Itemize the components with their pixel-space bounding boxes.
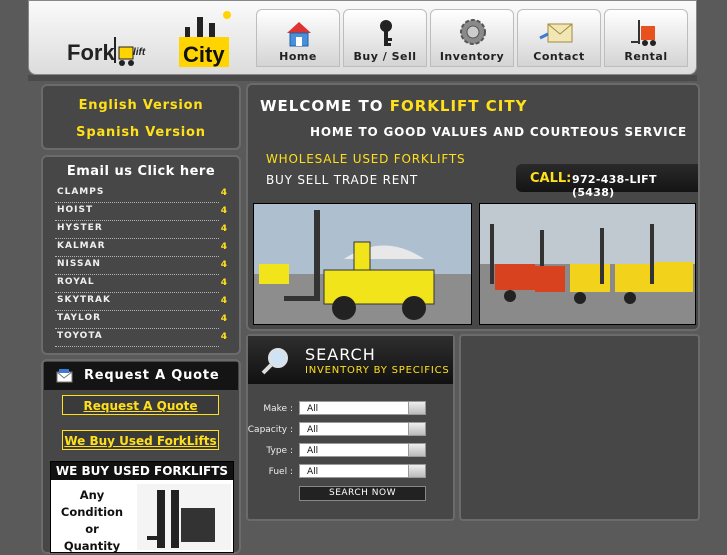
brands-panel: Email us Click here CLAMPS 4 HOIST 4 HYSTE… xyxy=(41,155,241,355)
brand-label: NISSAN xyxy=(57,259,101,269)
brand-link-hoist[interactable]: HOIST 4 xyxy=(55,202,227,221)
svg-text:Fork: Fork xyxy=(67,40,115,65)
brand-link-toyota[interactable]: TOYOTA 4 xyxy=(55,328,227,347)
search-now-button[interactable]: SEARCH NOW xyxy=(299,486,426,501)
nav-label: Inventory xyxy=(439,50,505,63)
brand-link-royal[interactable]: ROYAL 4 xyxy=(55,274,227,293)
dropdown-arrow-icon xyxy=(408,444,425,456)
brand-label: CLAMPS xyxy=(57,187,105,197)
fuel-select[interactable]: All xyxy=(299,464,426,478)
welcome-heading: WELCOME TO FORKLIFT CITY xyxy=(260,97,527,115)
arrow-icon: 4 xyxy=(220,188,227,198)
brand-label: KALMAR xyxy=(57,241,106,251)
envelope-icon xyxy=(56,369,73,383)
make-select[interactable]: All xyxy=(299,401,426,415)
brand-link-kalmar[interactable]: KALMAR 4 xyxy=(55,238,227,257)
nav-label: Contact xyxy=(533,50,585,63)
arrow-icon: 4 xyxy=(220,296,227,306)
brand-label: ROYAL xyxy=(57,277,95,287)
type-label: Type : xyxy=(266,446,293,456)
phone-number[interactable]: 972-438-LIFT (5438) xyxy=(572,173,698,199)
we-buy-forklifts-ad[interactable]: WE BUY USED FORKLIFTS Any Condition or Q… xyxy=(50,461,234,553)
forklift-city-logo[interactable]: Fork lift City xyxy=(67,7,237,69)
brand-link-hyster[interactable]: HYSTER 4 xyxy=(55,220,227,239)
welcome-brand: FORKLIFT CITY xyxy=(389,97,528,115)
key-icon xyxy=(344,18,426,48)
fuel-label: Fuel : xyxy=(268,467,293,477)
nav-home[interactable]: Home xyxy=(256,9,340,67)
we-buy-used-forklifts-link[interactable]: We Buy Used ForkLifts xyxy=(62,430,219,450)
brand-link-taylor[interactable]: TAYLOR 4 xyxy=(55,310,227,329)
call-label: CALL: xyxy=(530,171,572,186)
make-value: All xyxy=(307,404,319,414)
envelope-icon xyxy=(518,18,600,48)
search-header: SEARCH INVENTORY BY SPECIFICS xyxy=(248,336,453,384)
site-header: Fork lift City Home Buy / Sell Inventory xyxy=(28,0,697,75)
forklift-icon xyxy=(605,18,687,48)
magnifier-icon xyxy=(261,348,288,375)
arrow-icon: 4 xyxy=(220,206,227,216)
nav-contact[interactable]: Contact xyxy=(517,9,601,67)
forklift-image xyxy=(137,484,231,550)
wholesale-text: WHOLESALE USED FORKLIFTS xyxy=(266,152,466,166)
brand-link-clamps[interactable]: CLAMPS 4 xyxy=(55,184,227,203)
brand-link-nissan[interactable]: NISSAN 4 xyxy=(55,256,227,275)
dropdown-arrow-icon xyxy=(408,423,425,435)
tagline: HOME TO GOOD VALUES AND COURTEOUS SERVIC… xyxy=(310,125,687,139)
type-select[interactable]: All xyxy=(299,443,426,457)
brand-link-skytrak[interactable]: SKYTRAK 4 xyxy=(55,292,227,311)
capacity-value: All xyxy=(307,425,319,435)
fuel-value: All xyxy=(307,467,319,477)
forklift-photo-2 xyxy=(479,203,696,325)
capacity-label: Capacity : xyxy=(247,425,293,435)
arrow-icon: 4 xyxy=(220,224,227,234)
quote-header: Request A Quote xyxy=(44,362,238,390)
welcome-prefix: WELCOME TO xyxy=(260,97,384,115)
dropdown-arrow-icon xyxy=(408,465,425,477)
search-title: SEARCH xyxy=(305,345,376,364)
header-divider xyxy=(28,75,697,81)
ad-banner: WE BUY USED FORKLIFTS xyxy=(51,462,233,480)
call-bar: CALL: 972-438-LIFT (5438) xyxy=(516,164,698,199)
email-click-here-link[interactable]: Click here xyxy=(138,164,216,179)
capacity-select[interactable]: All xyxy=(299,422,426,436)
house-icon xyxy=(257,18,339,48)
brand-label: HOIST xyxy=(57,205,94,215)
type-value: All xyxy=(307,446,319,456)
nav-label: Buy / Sell xyxy=(353,50,417,63)
gear-icon xyxy=(431,18,513,48)
welcome-panel: WELCOME TO FORKLIFT CITY HOME TO GOOD VA… xyxy=(246,83,700,331)
svg-text:City: City xyxy=(183,42,225,67)
search-panel: SEARCH INVENTORY BY SPECIFICS Make : All… xyxy=(246,334,455,521)
arrow-icon: 4 xyxy=(220,314,227,324)
brand-label: HYSTER xyxy=(57,223,103,233)
services-text: BUY SELL TRADE RENT xyxy=(266,173,418,187)
arrow-icon: 4 xyxy=(220,242,227,252)
search-subtitle: INVENTORY BY SPECIFICS xyxy=(305,365,450,376)
dropdown-arrow-icon xyxy=(408,402,425,414)
email-label: Email us xyxy=(66,164,133,179)
arrow-icon: 4 xyxy=(220,332,227,342)
quote-title: Request A Quote xyxy=(84,368,220,383)
empty-content-panel xyxy=(459,334,700,521)
request-quote-link[interactable]: Request A Quote xyxy=(62,395,219,415)
nav-label: Home xyxy=(279,50,317,63)
forklift-photo-1 xyxy=(253,203,472,325)
svg-text:lift: lift xyxy=(133,47,146,58)
brand-label: TAYLOR xyxy=(57,313,102,323)
brand-label: SKYTRAK xyxy=(57,295,111,305)
brand-label: TOYOTA xyxy=(57,331,103,341)
arrow-icon: 4 xyxy=(220,260,227,270)
arrow-icon: 4 xyxy=(220,278,227,288)
spanish-version-link[interactable]: Spanish Version xyxy=(43,125,239,140)
nav-rental[interactable]: Rental xyxy=(604,9,688,67)
email-us[interactable]: Email us Click here xyxy=(43,164,239,179)
nav-buy-sell[interactable]: Buy / Sell xyxy=(343,9,427,67)
nav-label: Rental xyxy=(624,50,668,63)
english-version-link[interactable]: English Version xyxy=(43,98,239,113)
make-label: Make : xyxy=(263,404,293,414)
nav-inventory[interactable]: Inventory xyxy=(430,9,514,67)
language-panel: English Version Spanish Version xyxy=(41,84,241,150)
